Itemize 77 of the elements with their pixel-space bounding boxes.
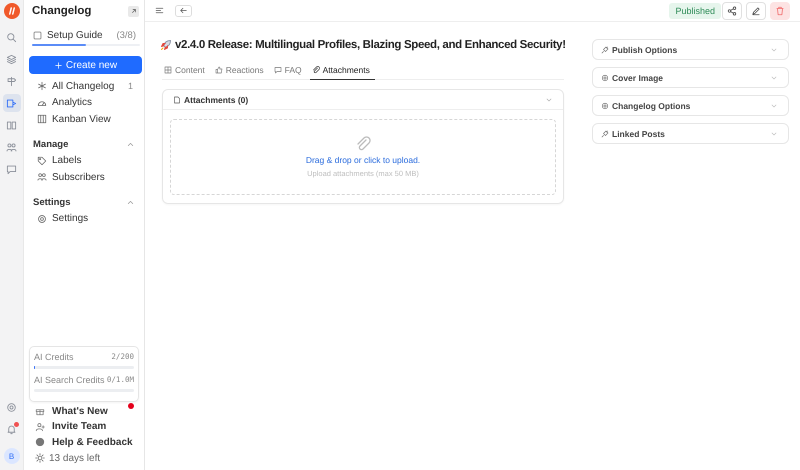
user-plus-icon bbox=[35, 422, 45, 432]
sun-icon bbox=[35, 453, 45, 463]
nav-item[interactable]: Settings bbox=[29, 210, 139, 227]
book-icon bbox=[6, 120, 17, 130]
settings-icon bbox=[37, 214, 47, 224]
paperclip-icon bbox=[355, 136, 371, 152]
back-button[interactable] bbox=[175, 4, 192, 16]
paperclip-icon bbox=[312, 66, 320, 74]
menu-icon bbox=[154, 6, 164, 15]
progress-count: (3/8) bbox=[116, 30, 136, 41]
footer-link[interactable]: Invite Team bbox=[29, 419, 139, 434]
item-count: 1 bbox=[128, 81, 133, 92]
columns-icon bbox=[37, 114, 47, 124]
expand-icon bbox=[130, 7, 138, 15]
panel-title: Attachments (0) bbox=[184, 94, 248, 104]
edit-button[interactable] bbox=[746, 2, 766, 20]
grid-icon bbox=[164, 66, 172, 74]
rocket-icon bbox=[160, 39, 172, 51]
create-new-button[interactable]: Create new bbox=[29, 56, 142, 74]
bell-icon bbox=[6, 424, 17, 434]
options-section[interactable]: Changelog Options bbox=[592, 95, 789, 116]
pencil-icon bbox=[751, 6, 761, 16]
signpost-icon bbox=[6, 76, 17, 86]
footer-link[interactable]: What's New bbox=[29, 404, 139, 419]
document-icon bbox=[173, 96, 181, 104]
section-title: Settings bbox=[33, 197, 72, 208]
trial-days: 13 days left bbox=[49, 452, 100, 464]
upload-link[interactable]: Drag & drop or click to upload. bbox=[306, 155, 420, 165]
footer-link[interactable]: Help & Feedback bbox=[29, 434, 139, 450]
logo-icon[interactable] bbox=[4, 3, 20, 19]
thumbs-up-icon bbox=[214, 66, 223, 74]
avatar[interactable]: B bbox=[4, 448, 20, 464]
nav-button[interactable] bbox=[2, 94, 20, 112]
tab[interactable]: Content bbox=[162, 65, 210, 80]
chat-icon bbox=[6, 164, 17, 174]
section-title: Changelog Options bbox=[612, 100, 690, 110]
nav-item[interactable]: Subscribers bbox=[29, 169, 139, 186]
section-title: Cover Image bbox=[612, 72, 664, 82]
setup-guide-link[interactable]: Setup Guide bbox=[47, 30, 112, 41]
options-section[interactable]: Linked Posts bbox=[592, 123, 789, 144]
checkbox-icon bbox=[32, 30, 43, 41]
nav-item[interactable]: All Changelog 1 bbox=[29, 78, 139, 94]
settings-icon bbox=[6, 402, 17, 412]
sidebar-title: Changelog bbox=[32, 5, 92, 17]
star-icon bbox=[37, 81, 47, 92]
plus-icon bbox=[54, 60, 63, 70]
share-button[interactable] bbox=[722, 2, 742, 20]
flag-icon bbox=[6, 98, 17, 108]
settings-icon bbox=[601, 74, 609, 82]
tab[interactable]: Attachments bbox=[310, 65, 375, 80]
settings-icon bbox=[601, 102, 609, 110]
tag-icon bbox=[37, 156, 47, 166]
options-section[interactable]: Cover Image bbox=[592, 67, 789, 88]
users-icon bbox=[37, 172, 47, 182]
credit-label: AI Credits bbox=[34, 352, 74, 362]
chat-icon bbox=[274, 66, 282, 74]
section-title: Publish Options bbox=[612, 44, 678, 54]
tab[interactable]: Reactions bbox=[212, 65, 269, 80]
credit-label: AI Search Credits bbox=[34, 374, 105, 384]
section-title: Manage bbox=[33, 139, 70, 150]
nav-item[interactable]: Kanban View bbox=[29, 111, 139, 128]
users-icon bbox=[6, 142, 17, 152]
nav-item[interactable]: Analytics bbox=[29, 94, 139, 111]
options-section[interactable]: Publish Options bbox=[592, 39, 789, 60]
section-title: Linked Posts bbox=[612, 128, 665, 138]
layers-icon bbox=[6, 54, 17, 64]
arrow-left-icon bbox=[179, 6, 188, 15]
plug-icon bbox=[601, 130, 609, 138]
share-icon bbox=[727, 6, 737, 16]
tab[interactable]: FAQ bbox=[272, 65, 307, 80]
nav-item[interactable]: Labels bbox=[29, 152, 139, 169]
plug-icon bbox=[601, 46, 609, 54]
trash-icon bbox=[775, 6, 785, 16]
status-badge: Published bbox=[669, 2, 721, 18]
expand-button[interactable] bbox=[128, 6, 139, 16]
post-title: v2.4.0 Release: Multilingual Profiles, Blazing Speed, and Enhanced Security! bbox=[175, 39, 566, 51]
search-icon bbox=[6, 32, 17, 42]
